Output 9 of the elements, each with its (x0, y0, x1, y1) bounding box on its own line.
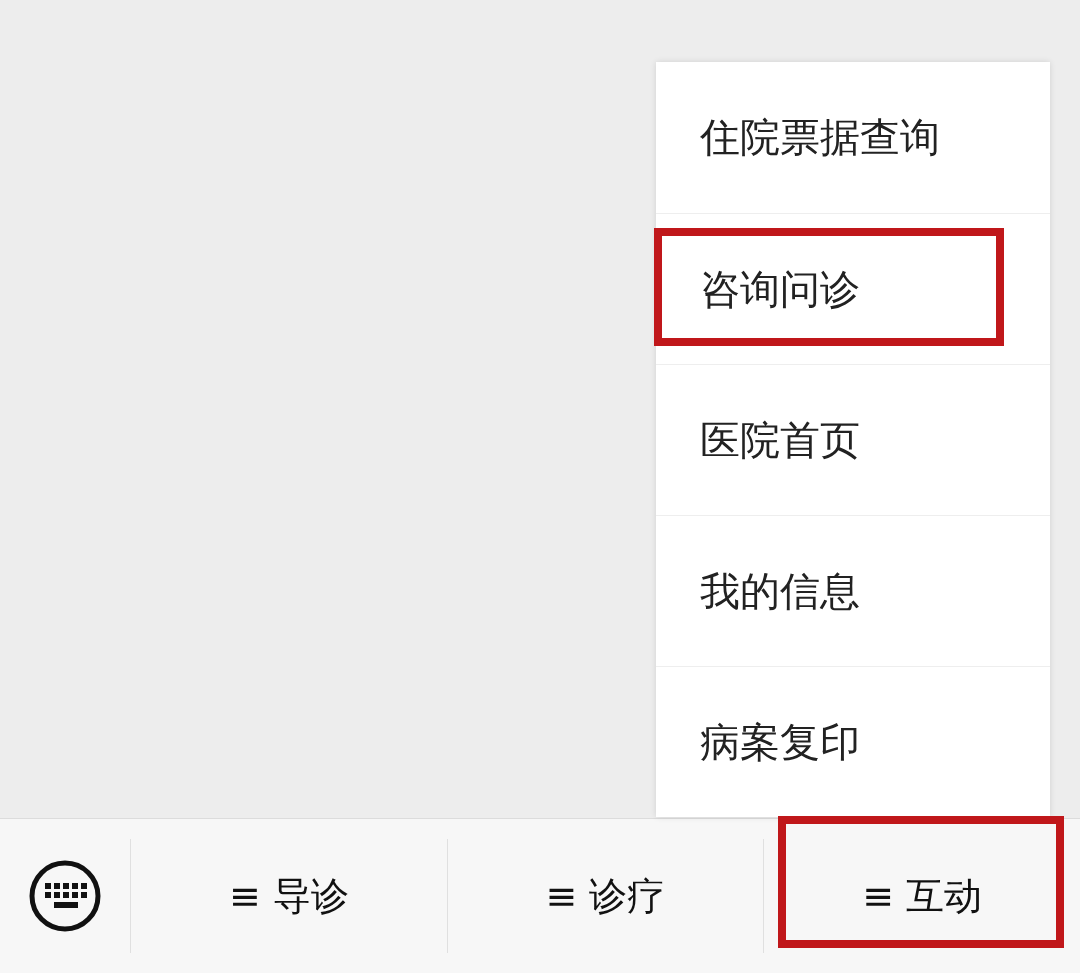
menu-item[interactable]: 我的信息 (656, 515, 1050, 666)
menu-item[interactable]: 医院首页 (656, 364, 1050, 515)
menu-item[interactable]: 病案复印 (656, 666, 1050, 817)
menu-item[interactable]: 住院票据查询 (656, 62, 1050, 213)
menu-tab[interactable]: ≡ 导诊 (216, 862, 361, 930)
menu-item[interactable]: 咨询问诊 (656, 213, 1050, 364)
menu-tab[interactable]: ≡ 诊疗 (533, 862, 678, 930)
menu-tab[interactable]: ≡ 互动 (850, 862, 995, 930)
keyboard-icon[interactable] (28, 859, 102, 933)
